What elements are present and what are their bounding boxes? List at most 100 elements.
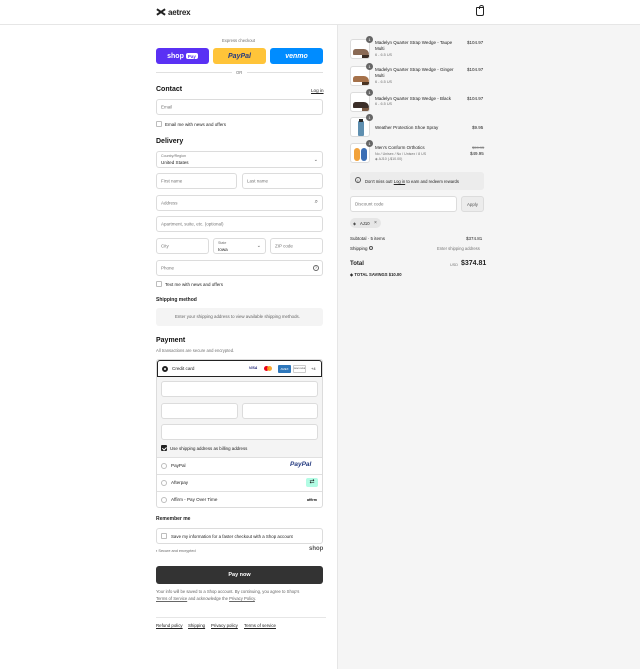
billing-same-checkbox[interactable] xyxy=(161,445,167,451)
chevron-down-icon: ⌄ xyxy=(313,157,318,163)
divider-right xyxy=(247,72,323,73)
or-divider: OR xyxy=(236,70,243,75)
paypal-radio[interactable] xyxy=(161,463,167,469)
text-news-checkbox[interactable] xyxy=(156,281,162,287)
venmo-label: venmo xyxy=(285,52,308,60)
discount-code-field[interactable]: Discount code xyxy=(350,196,457,212)
city-field[interactable]: City xyxy=(156,238,209,254)
secure-note: ▪ Secure and encrypted xyxy=(156,549,196,553)
affirm-option[interactable]: Affirm - Pay Over Time affirm xyxy=(157,492,322,507)
rewards-rest: to earn and redeem rewards xyxy=(406,179,459,184)
quantity-badge: 1 xyxy=(366,114,373,121)
afterpay-radio[interactable] xyxy=(161,480,167,486)
applied-discount-chip: ◈ AJ10 × xyxy=(350,218,381,228)
shipping-label-text: Shipping xyxy=(350,246,368,251)
card-number-field[interactable] xyxy=(161,381,318,397)
privacy-policy-link[interactable]: Privacy policy xyxy=(211,623,238,628)
shop-pay-label: shop xyxy=(167,52,184,60)
quantity-badge: 1 xyxy=(366,63,373,70)
express-checkout-title: Express checkout xyxy=(222,38,256,43)
quantity-badge: 1 xyxy=(366,140,373,147)
venmo-button[interactable]: venmo xyxy=(270,48,323,64)
shopping-bag-icon[interactable] xyxy=(476,4,484,16)
terms-of-service-link[interactable]: Terms of service xyxy=(244,623,276,628)
total-label: Total xyxy=(350,261,364,267)
shipping-link[interactable]: Shipping xyxy=(188,623,205,628)
brand-logo[interactable]: aetrex xyxy=(156,6,191,18)
email-field[interactable]: Email xyxy=(156,99,323,115)
zip-placeholder: ZIP code xyxy=(275,243,293,249)
item-price: $49.95 xyxy=(470,151,484,156)
pay-now-label: Pay now xyxy=(228,572,251,578)
item-variant: 6 - 6.5 US xyxy=(375,80,393,84)
last-name-placeholder: Last name xyxy=(247,178,269,184)
last-name-field[interactable]: Last name xyxy=(242,173,323,189)
afterpay-option[interactable]: Afterpay ⇄ xyxy=(157,475,322,492)
item-name: Madelyn Quarter Strap Wedge - Black xyxy=(375,96,451,101)
terms-link[interactable]: Terms of Service xyxy=(156,596,187,601)
item-discount-label: AJ10 (-$10.00) xyxy=(378,157,403,161)
shop-logo-icon: shop xyxy=(309,546,324,552)
email-news-checkbox[interactable] xyxy=(156,121,162,127)
aetrex-logo-icon xyxy=(156,8,166,16)
save-info-checkbox[interactable] xyxy=(161,533,167,539)
shop-pay-button[interactable]: shop Pay xyxy=(156,48,209,64)
apartment-field[interactable]: Apartment, suite, etc. (optional) xyxy=(156,216,323,232)
credit-card-radio[interactable] xyxy=(162,365,168,372)
address-field[interactable]: Address ⌕ xyxy=(156,195,323,211)
address-placeholder: Address xyxy=(161,200,178,206)
email-placeholder: Email xyxy=(161,104,173,110)
contact-title: Contact xyxy=(156,86,183,93)
item-name: Madelyn Quarter Strap Wedge - Taupe xyxy=(375,40,453,45)
payment-subtitle: All transactions are secure and encrypte… xyxy=(156,348,235,353)
rewards-login-link[interactable]: Log in xyxy=(394,179,405,184)
card-name-field[interactable] xyxy=(161,424,318,440)
item-price: $9.95 xyxy=(472,125,484,130)
delivery-title: Delivery xyxy=(156,138,184,145)
item-price: $104.97 xyxy=(467,40,484,45)
item-variant: 6 - 6.5 US xyxy=(375,102,393,106)
info-icon: i xyxy=(355,177,361,183)
paypal-express-button[interactable]: PayPal xyxy=(213,48,266,64)
pay-now-button[interactable]: Pay now xyxy=(156,566,323,584)
mastercard-icon xyxy=(264,365,273,372)
credit-card-label: Credit card xyxy=(172,366,195,371)
close-icon[interactable]: × xyxy=(374,220,377,226)
refund-policy-link[interactable]: Refund policy xyxy=(156,623,183,628)
paypal-option-label: PayPal xyxy=(171,463,186,468)
item-old-price: $59.95 xyxy=(472,145,485,150)
item-name: Men's Conform Orthotics xyxy=(375,145,425,150)
item-price: $104.97 xyxy=(467,67,484,72)
login-link[interactable]: Log in xyxy=(311,88,324,93)
subtotal-value: $374.81 xyxy=(466,236,483,241)
afterpay-logo-icon: ⇄ xyxy=(306,478,318,487)
state-select[interactable]: State Iowa ⌄ xyxy=(213,238,266,254)
paypal-option[interactable]: PayPal PayPal xyxy=(157,458,322,475)
afterpay-label: Afterpay xyxy=(171,480,189,485)
apartment-placeholder: Apartment, suite, etc. (optional) xyxy=(161,221,224,227)
legal-and: and acknowledge the xyxy=(188,595,228,601)
phone-field[interactable]: Phone ? xyxy=(156,260,323,276)
first-name-field[interactable]: First name xyxy=(156,173,237,189)
applied-code: AJ10 xyxy=(360,221,370,226)
item-variant: No / Unisex / No / Unisex / 8 US xyxy=(375,152,427,156)
apply-button[interactable]: Apply xyxy=(461,196,484,212)
card-expiry-field[interactable] xyxy=(161,403,238,419)
quantity-badge: 1 xyxy=(366,89,373,96)
zip-field[interactable]: ZIP code xyxy=(270,238,323,254)
amex-icon: AMEX xyxy=(278,365,291,373)
affirm-radio[interactable] xyxy=(161,497,167,503)
card-cvv-field[interactable] xyxy=(242,403,318,419)
order-summary xyxy=(337,25,640,669)
privacy-link[interactable]: Privacy Policy xyxy=(229,596,255,601)
country-select[interactable]: Country/Region United States ⌄ xyxy=(156,151,323,168)
first-name-placeholder: First name xyxy=(161,178,183,184)
help-icon[interactable]: ? xyxy=(313,265,319,271)
credit-card-option[interactable]: Credit card VISA AMEX DISCOVER +4 xyxy=(157,360,322,377)
item-name-cont: Multi xyxy=(375,46,385,51)
phone-placeholder: Phone xyxy=(161,265,175,271)
help-icon[interactable] xyxy=(368,246,373,250)
item-variant: 6 - 6.5 US xyxy=(375,53,393,57)
city-placeholder: City xyxy=(161,243,169,249)
rewards-text: Don't miss out! Log in to earn and redee… xyxy=(365,179,459,184)
